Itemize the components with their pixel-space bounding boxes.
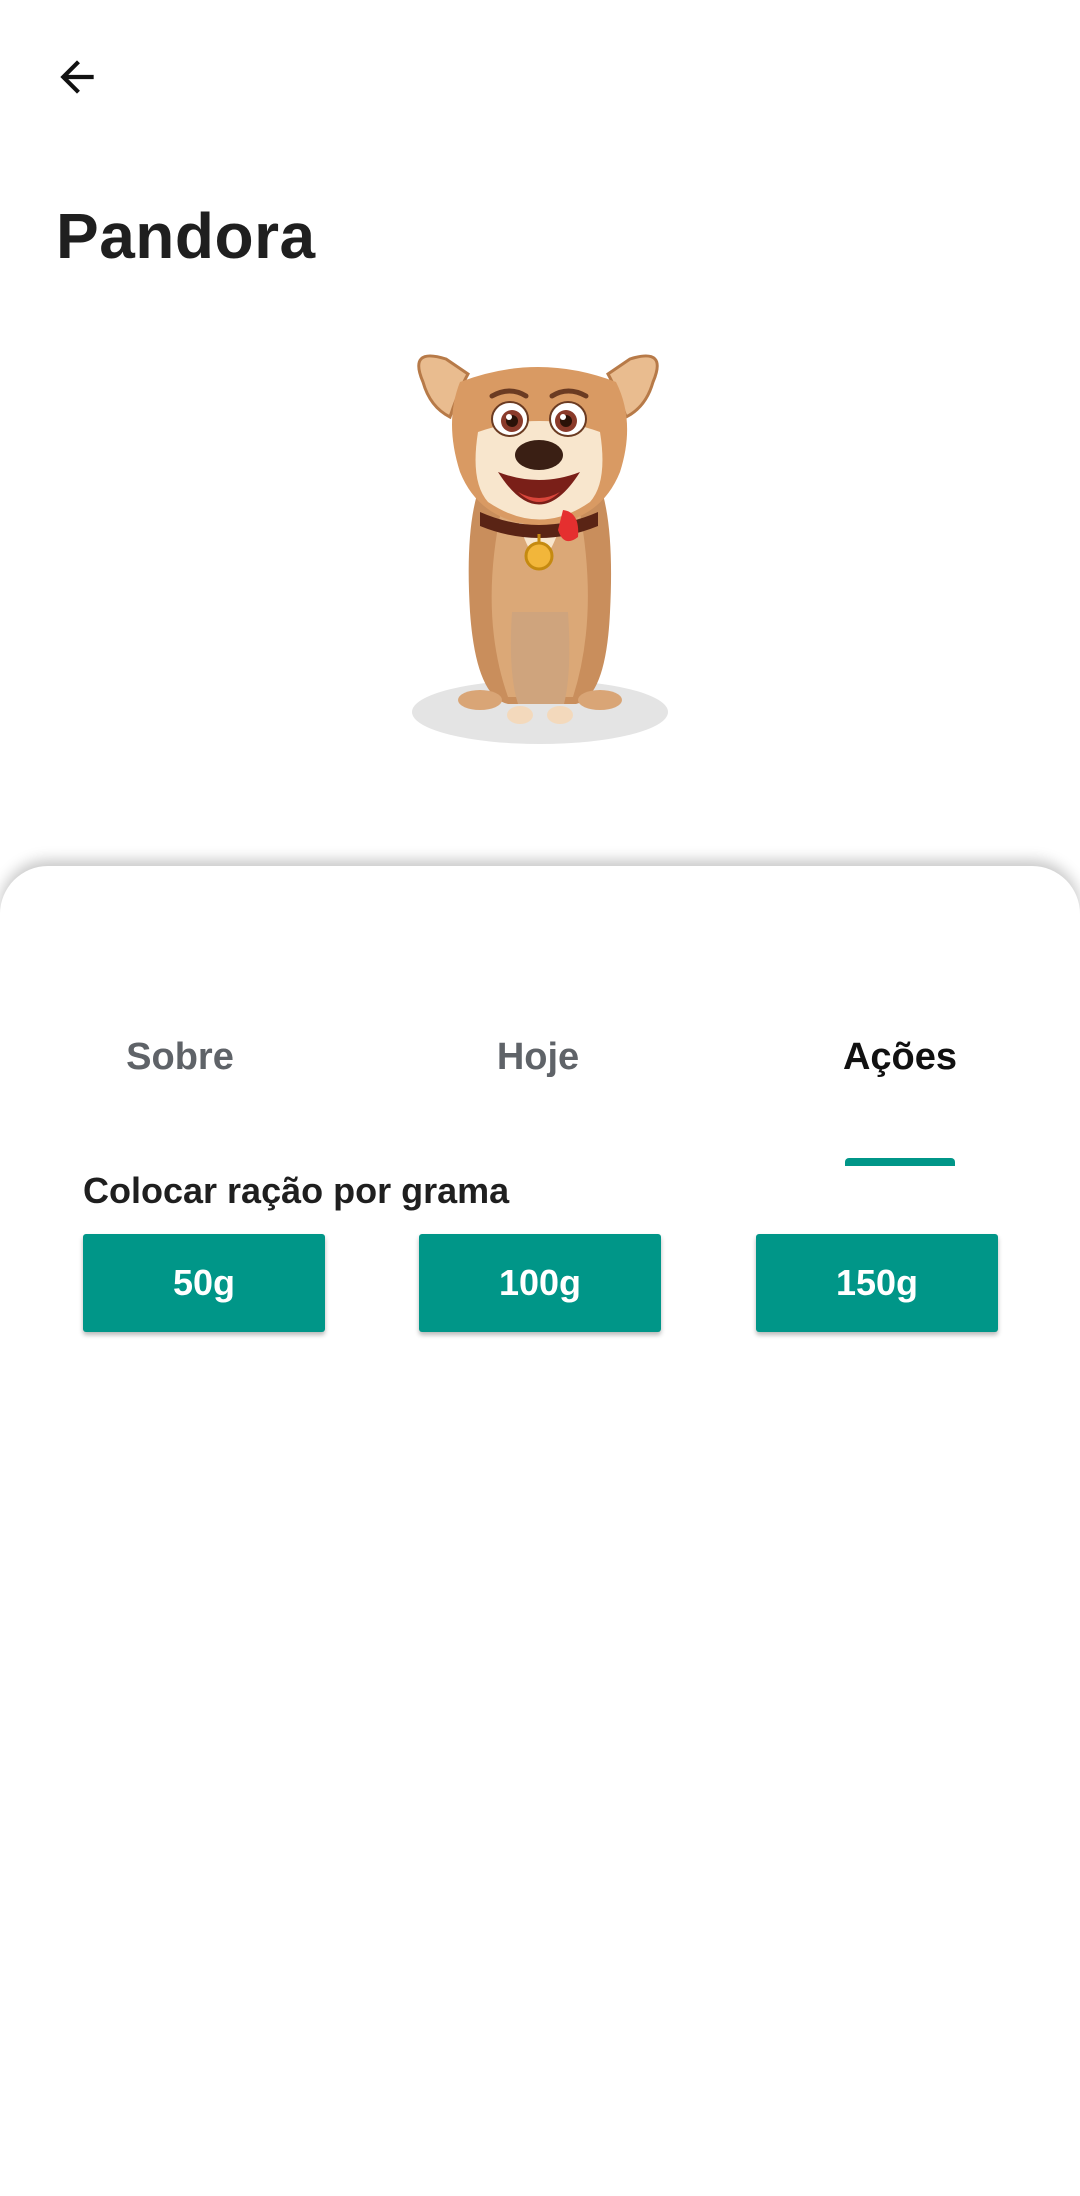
tab-hoje[interactable]: Hoje bbox=[418, 1036, 658, 1120]
arrow-left-icon bbox=[60, 60, 94, 94]
feed-100g-button[interactable]: 100g bbox=[419, 1234, 661, 1332]
tab-acoes[interactable]: Ações bbox=[780, 1036, 1020, 1120]
feed-50g-button[interactable]: 50g bbox=[83, 1234, 325, 1332]
bottom-sheet: Sobre Hoje Ações Colocar ração por grama… bbox=[0, 866, 1080, 2196]
pet-illustration bbox=[412, 354, 668, 744]
section-title: Colocar ração por grama bbox=[83, 1170, 510, 1211]
feed-50g-label: 50g bbox=[172, 1262, 236, 1303]
tab-selected-indicator bbox=[845, 1158, 955, 1166]
tab-hoje-label: Hoje bbox=[496, 1036, 580, 1078]
header-area: Pandora bbox=[0, 0, 1080, 870]
feed-150g-label: 150g bbox=[835, 1262, 919, 1303]
page-title: Pandora bbox=[56, 200, 316, 272]
tab-acoes-label: Ações bbox=[842, 1036, 958, 1078]
tab-sobre-label: Sobre bbox=[126, 1036, 234, 1078]
feed-100g-label: 100g bbox=[498, 1262, 582, 1303]
back-button[interactable] bbox=[40, 40, 114, 114]
tab-sobre[interactable]: Sobre bbox=[60, 1036, 300, 1120]
tab-bar: Sobre Hoje Ações bbox=[0, 1036, 1080, 1166]
feed-150g-button[interactable]: 150g bbox=[756, 1234, 998, 1332]
